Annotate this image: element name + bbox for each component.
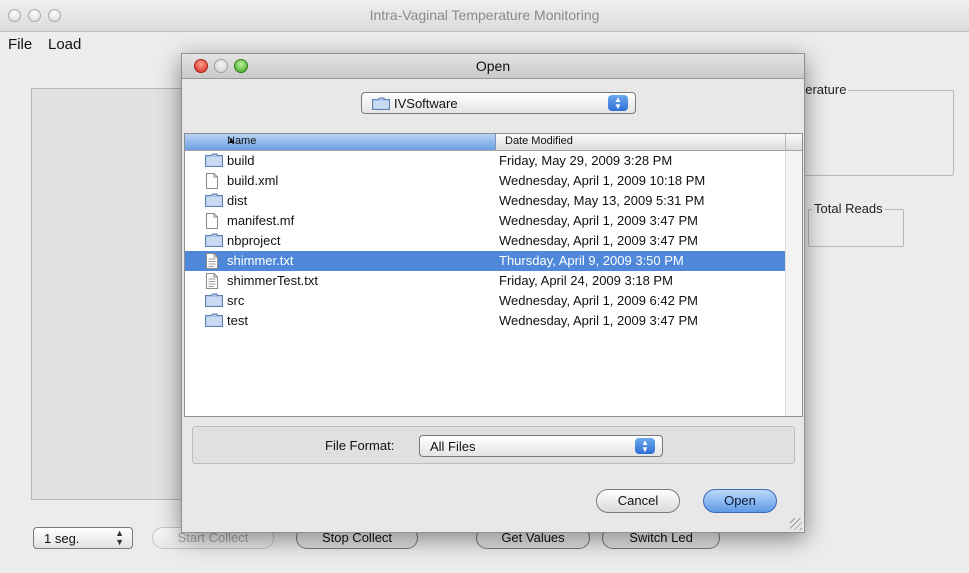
document-icon xyxy=(205,173,219,192)
window-title: Intra-Vaginal Temperature Monitoring xyxy=(369,7,600,23)
document-icon xyxy=(205,213,219,232)
segments-value: 1 seg. xyxy=(44,531,80,546)
file-row[interactable]: build.xml Wednesday, April 1, 2009 10:18 … xyxy=(185,171,786,191)
folder-icon xyxy=(205,233,223,250)
file-list[interactable]: Name ▲ Date Modified build Friday, May 29… xyxy=(184,133,803,417)
file-date-modified: Friday, April 24, 2009 3:18 PM xyxy=(499,273,673,288)
up-down-arrows-icon: ▲ ▼ xyxy=(115,528,124,547)
file-row[interactable]: dist Wednesday, May 13, 2009 5:31 PM xyxy=(185,191,786,211)
location-popup[interactable]: IVSoftware ▲ ▼ xyxy=(361,92,636,114)
open-button[interactable]: Open xyxy=(703,489,777,513)
file-name: manifest.mf xyxy=(227,213,295,228)
file-row[interactable]: nbproject Wednesday, April 1, 2009 3:47 P… xyxy=(185,231,786,251)
file-date-modified: Wednesday, April 1, 2009 3:47 PM xyxy=(499,313,698,328)
file-row[interactable]: manifest.mf Wednesday, April 1, 2009 3:47… xyxy=(185,211,786,231)
file-date-modified: Wednesday, April 1, 2009 3:47 PM xyxy=(499,213,698,228)
file-name: build xyxy=(227,153,255,168)
temperature-group: perature xyxy=(790,82,954,176)
menu-load[interactable]: Load xyxy=(48,36,81,53)
date-column-header[interactable]: Date Modified xyxy=(505,135,573,147)
file-format-popup[interactable]: All Files ▲ ▼ xyxy=(419,435,663,457)
column-header: Name ▲ Date Modified xyxy=(185,134,802,151)
cancel-button[interactable]: Cancel xyxy=(596,489,680,513)
folder-icon xyxy=(205,313,223,330)
vertical-scrollbar[interactable] xyxy=(785,151,802,416)
chart-panel xyxy=(31,88,196,500)
file-name: test xyxy=(227,313,248,328)
folder-icon xyxy=(205,153,223,170)
file-date-modified: Wednesday, April 1, 2009 10:18 PM xyxy=(499,173,706,188)
folder-icon xyxy=(205,193,223,210)
dialog-title: Open xyxy=(475,58,511,74)
total-reads-group: Total Reads xyxy=(808,201,904,247)
file-row[interactable]: src Wednesday, April 1, 2009 6:42 PM xyxy=(185,291,786,311)
folder-icon xyxy=(205,293,223,310)
popup-arrows-icon: ▲ ▼ xyxy=(608,95,628,111)
segments-select[interactable]: 1 seg. ▲ ▼ xyxy=(33,527,133,549)
file-date-modified: Wednesday, April 1, 2009 3:47 PM xyxy=(499,233,698,248)
file-row[interactable]: build Friday, May 29, 2009 3:28 PM xyxy=(185,151,786,171)
sort-ascending-icon: ▲ xyxy=(227,135,236,145)
file-date-modified: Wednesday, April 1, 2009 6:42 PM xyxy=(499,293,698,308)
open-dialog: Open IVSoftware ▲ ▼ Name ▲ Date Modified … xyxy=(181,53,805,533)
file-date-modified: Wednesday, May 13, 2009 5:31 PM xyxy=(499,193,705,208)
file-row[interactable]: shimmerTest.txt Friday, April 24, 2009 3:… xyxy=(185,271,786,291)
file-name: dist xyxy=(227,193,248,208)
file-date-modified: Friday, May 29, 2009 3:28 PM xyxy=(499,153,673,168)
location-value: IVSoftware xyxy=(394,96,458,111)
text-file-icon xyxy=(205,253,219,272)
text-file-icon xyxy=(205,273,219,292)
name-column-header[interactable]: Name ▲ xyxy=(185,134,496,150)
file-row[interactable]: test Wednesday, April 1, 2009 3:47 PM xyxy=(185,311,786,331)
file-name: nbproject xyxy=(227,233,281,248)
main-titlebar: Intra-Vaginal Temperature Monitoring xyxy=(0,0,969,32)
total-reads-label: Total Reads xyxy=(812,201,885,216)
folder-icon xyxy=(372,97,390,113)
dialog-titlebar: Open xyxy=(182,54,804,79)
file-format-label: File Format: xyxy=(325,438,395,453)
file-name: src xyxy=(227,293,245,308)
file-name: shimmerTest.txt xyxy=(227,273,319,288)
popup-arrows-icon: ▲ ▼ xyxy=(635,438,655,454)
file-name: shimmer.txt xyxy=(227,253,294,268)
resize-grip-icon[interactable] xyxy=(790,518,802,530)
file-row[interactable]: shimmer.txt Thursday, April 9, 2009 3:50 … xyxy=(185,251,786,271)
menu-file[interactable]: File xyxy=(8,36,32,53)
file-format-value: All Files xyxy=(430,439,476,454)
file-date-modified: Thursday, April 9, 2009 3:50 PM xyxy=(499,253,684,268)
header-divider xyxy=(785,134,786,150)
file-format-bar: File Format: All Files ▲ ▼ xyxy=(192,426,795,464)
file-name: build.xml xyxy=(227,173,279,188)
